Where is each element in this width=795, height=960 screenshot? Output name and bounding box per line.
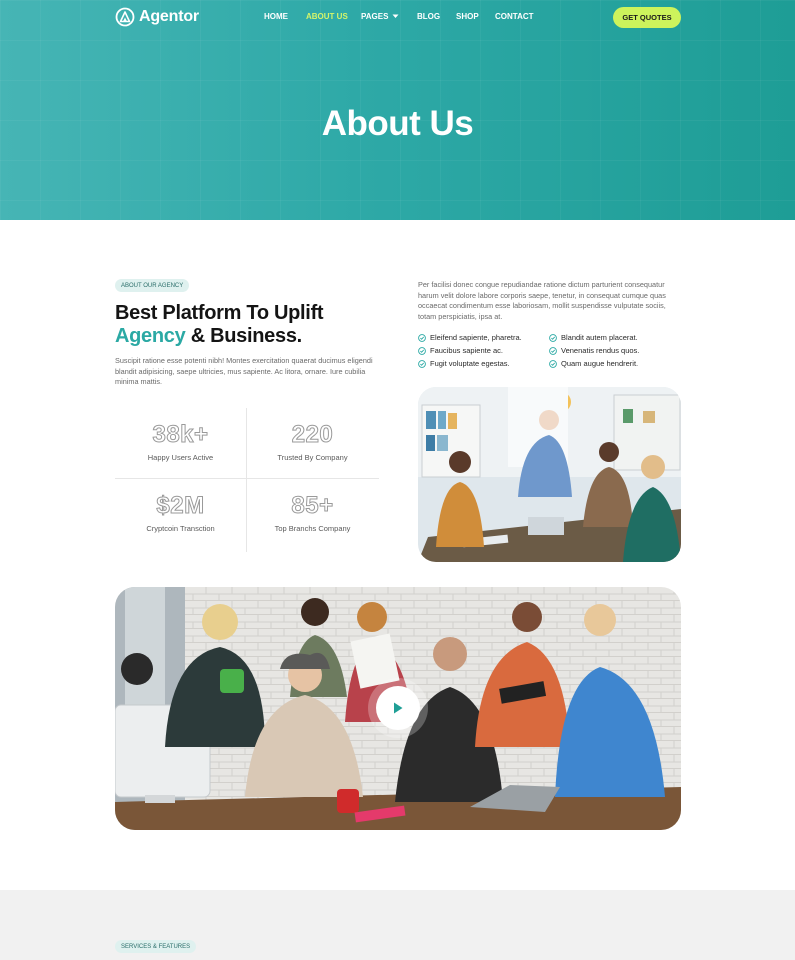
stat-label: Cryptcoin Transction — [146, 524, 215, 533]
check-circle-icon — [549, 359, 557, 368]
checklist-text: Blandit autem placerat. — [561, 333, 638, 342]
checklist-item: Faucibus sapiente ac. — [418, 346, 503, 355]
stat-value: 38k+ — [152, 421, 209, 449]
nav-contact[interactable]: CONTACT — [495, 12, 534, 21]
page-title: About Us — [321, 104, 474, 143]
check-circle-icon — [549, 346, 557, 355]
nav-pages[interactable]: PAGES — [361, 12, 399, 21]
stat-card: 220 Trusted By Company — [247, 421, 378, 463]
about-paragraph: Per facilisi donec congue repudiandae ra… — [418, 280, 666, 321]
checklist-text: Eleifend sapiente, pharetra. — [430, 333, 522, 342]
nav-home[interactable]: HOME — [264, 12, 288, 21]
play-icon — [394, 702, 403, 714]
checklist-text: Venenatis rendus quos. — [561, 346, 640, 355]
checklist-item: Venenatis rendus quos. — [549, 346, 639, 355]
page-hero: Agentor HOME ABOUT US PAGES BLOG SHOP CO… — [0, 0, 795, 220]
heading-line1: Best Platform To Uplift — [115, 302, 324, 324]
chevron-down-icon — [392, 14, 399, 18]
services-badge: SERVICES & FEATURES — [115, 940, 197, 953]
nav-blog[interactable]: BLOG — [417, 12, 440, 21]
stat-label: Trusted By Company — [277, 453, 348, 462]
stats-divider-horizontal — [115, 478, 379, 479]
check-circle-icon — [418, 359, 426, 368]
about-heading: Best Platform To Uplift Agency & Busines… — [115, 302, 324, 348]
stat-value: 85+ — [291, 492, 334, 520]
check-circle-icon — [418, 333, 426, 342]
nav-about-us[interactable]: ABOUT US — [306, 12, 348, 21]
heading-accent: Agency — [115, 325, 186, 347]
brand-logo[interactable]: Agentor — [115, 7, 199, 27]
check-circle-icon — [549, 333, 557, 342]
about-badge: ABOUT OUR AGENCY — [115, 279, 190, 292]
team-meeting-photo — [418, 387, 681, 562]
checklist-item: Quam augue hendrerit. — [549, 359, 638, 368]
checklist-item: Blandit autem placerat. — [549, 333, 638, 342]
services-section: SERVICES & FEATURES — [0, 890, 795, 960]
play-video-button[interactable] — [376, 686, 420, 730]
nav-pages-label: PAGES — [361, 12, 389, 21]
stat-value: 220 — [291, 421, 334, 449]
logo-icon — [115, 7, 135, 27]
checklist-text: Fugit voluptate egestas. — [430, 359, 510, 368]
stat-card: 38k+ Happy Users Active — [115, 421, 246, 463]
checklist-item: Fugit voluptate egestas. — [418, 359, 510, 368]
checklist-text: Quam augue hendrerit. — [561, 359, 639, 368]
checklist-text: Faucibus sapiente ac. — [430, 346, 503, 355]
nav-shop[interactable]: SHOP — [456, 12, 479, 21]
stat-label: Top Branchs Company — [274, 524, 351, 533]
check-circle-icon — [418, 346, 426, 355]
stat-label: Happy Users Active — [147, 453, 214, 462]
stat-value: $2M — [156, 492, 205, 520]
brand-name: Agentor — [139, 8, 199, 25]
get-quotes-button[interactable]: GET QUOTES — [613, 7, 681, 28]
checklist-item: Eleifend sapiente, pharetra. — [418, 333, 522, 342]
heading-rest: & Business. — [185, 325, 303, 347]
about-intro: Suscipit ratione esse potenti nibh! Mont… — [115, 356, 373, 386]
stat-card: $2M Cryptcoin Transction — [115, 492, 246, 534]
stat-card: 85+ Top Branchs Company — [247, 492, 378, 534]
stats-grid: 38k+ Happy Users Active 220 Trusted By C… — [115, 408, 379, 552]
